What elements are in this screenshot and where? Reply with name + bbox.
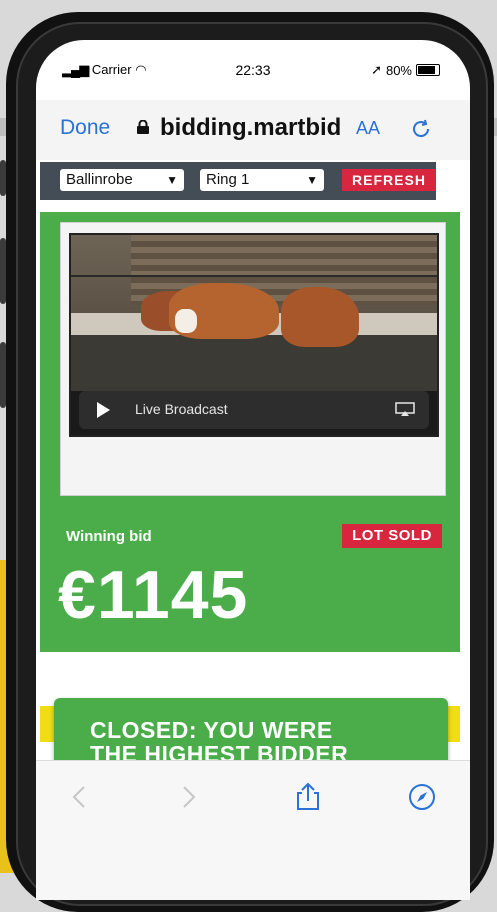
chevron-down-icon: ▼ bbox=[306, 173, 318, 187]
filter-bar: Ballinrobe ▼ Ring 1 ▼ REFRESH bbox=[40, 162, 436, 200]
winning-bid-amount: €1145 bbox=[58, 557, 249, 633]
url-text[interactable]: bidding.martbid bbox=[160, 114, 350, 142]
forward-icon[interactable] bbox=[172, 781, 204, 813]
lock-icon bbox=[137, 120, 149, 134]
lot-sold-badge: LOT SOLD bbox=[342, 524, 442, 548]
mart-select[interactable]: Ballinrobe ▼ bbox=[60, 169, 184, 191]
ring-select-value: Ring 1 bbox=[206, 171, 250, 188]
mute-switch bbox=[0, 160, 6, 196]
web-content: Ballinrobe ▼ Ring 1 ▼ REFRESH Live Broad… bbox=[36, 160, 470, 788]
browser-address-bar: Done bidding.martbid AA bbox=[36, 100, 470, 160]
live-broadcast-label: Live Broadcast bbox=[135, 401, 228, 417]
video-frame bbox=[71, 235, 437, 391]
compass-icon[interactable] bbox=[406, 781, 438, 813]
arena-floor bbox=[71, 335, 437, 391]
cattle bbox=[281, 287, 359, 347]
video-controls: Live Broadcast bbox=[79, 391, 429, 429]
battery-percent: 80% bbox=[385, 62, 412, 78]
chevron-down-icon: ▼ bbox=[166, 173, 178, 187]
airplay-icon[interactable] bbox=[395, 402, 415, 416]
status-bar: ▂▄▆ Carrier ◠ 22:33 ➚ 80% bbox=[36, 40, 470, 100]
back-icon[interactable] bbox=[64, 781, 96, 813]
lot-panel: Live Broadcast Winning bid LOT SOLD €114… bbox=[40, 212, 460, 652]
reload-icon[interactable] bbox=[410, 118, 432, 140]
live-video[interactable]: Live Broadcast bbox=[69, 233, 439, 437]
play-icon[interactable] bbox=[97, 402, 110, 418]
video-container: Live Broadcast bbox=[60, 222, 446, 496]
refresh-button[interactable]: REFRESH bbox=[342, 169, 436, 191]
location-arrow-icon: ➚ bbox=[371, 62, 382, 77]
cattle-face bbox=[175, 309, 197, 333]
reader-settings-button[interactable]: AA bbox=[356, 118, 380, 139]
battery-icon bbox=[416, 64, 440, 76]
battery-status: ➚ 80% bbox=[371, 62, 440, 78]
volume-up-button bbox=[0, 238, 6, 304]
share-icon[interactable] bbox=[292, 781, 324, 813]
closed-notice-text: CLOSED: YOU WERE THE HIGHEST BIDDER bbox=[90, 718, 430, 766]
done-button[interactable]: Done bbox=[60, 116, 110, 140]
winning-bid-label: Winning bid bbox=[66, 528, 152, 545]
volume-down-button bbox=[0, 342, 6, 408]
arena-rail bbox=[71, 275, 437, 277]
ring-select[interactable]: Ring 1 ▼ bbox=[200, 169, 324, 191]
mart-select-value: Ballinrobe bbox=[66, 171, 133, 188]
browser-toolbar bbox=[36, 760, 470, 900]
closed-line-1: CLOSED: YOU WERE bbox=[90, 717, 333, 743]
phone-screen: ▂▄▆ Carrier ◠ 22:33 ➚ 80% Done bidding.m… bbox=[36, 40, 470, 900]
